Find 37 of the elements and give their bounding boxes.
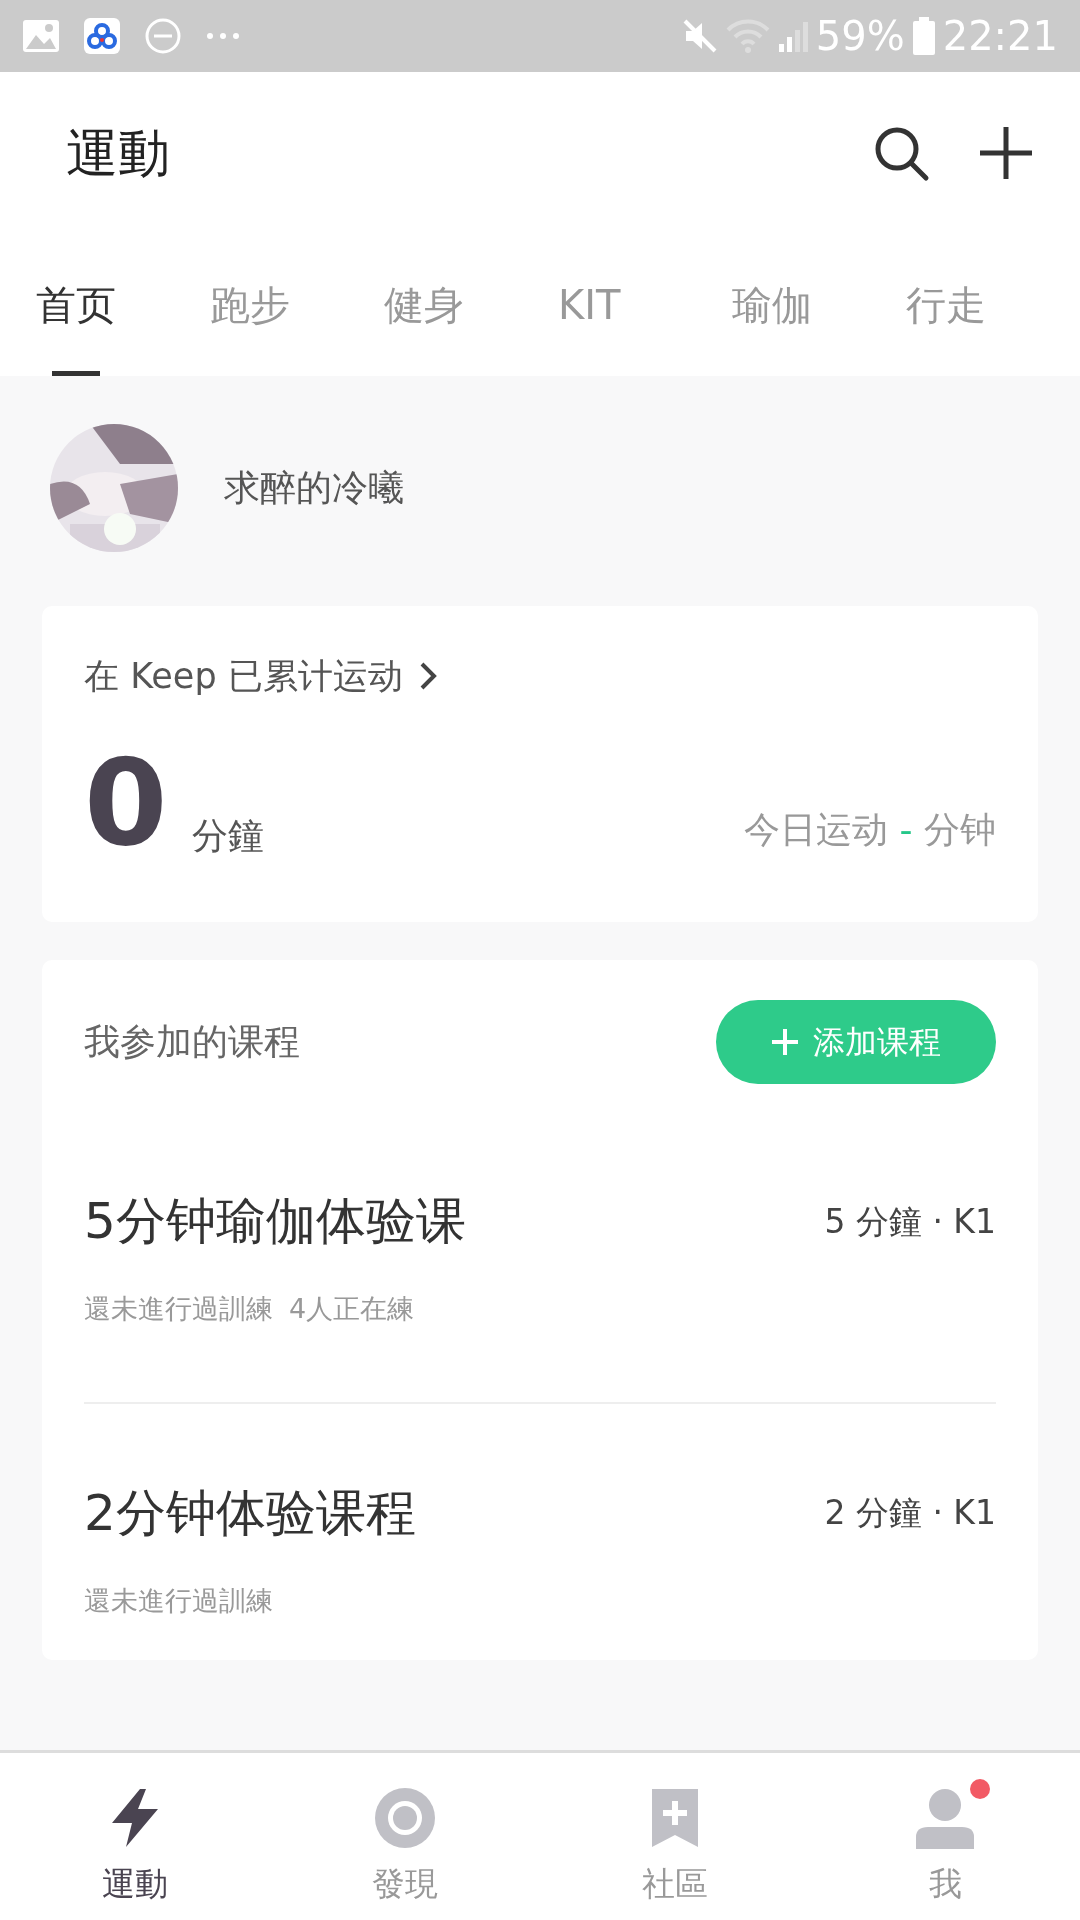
target-icon	[374, 1786, 436, 1849]
total-minutes: 0	[84, 736, 168, 869]
app-icon	[84, 18, 120, 54]
minutes-unit: 分鐘	[191, 813, 264, 858]
tab[interactable]: 跑步	[210, 234, 384, 376]
plus-icon[interactable]	[978, 125, 1034, 181]
course-title[interactable]: 5分钟瑜伽体验课	[84, 1184, 466, 1259]
tab[interactable]: 首页	[36, 234, 210, 376]
tab[interactable]: 瑜伽	[732, 234, 906, 376]
tab[interactable]: KIT	[558, 234, 732, 376]
person-icon	[914, 1786, 976, 1849]
nav-tab[interactable]: 運動	[0, 1764, 270, 1909]
course-meta: 2 分鐘 · K1	[824, 1492, 996, 1535]
add-course-button[interactable]: 添加课程	[716, 1000, 996, 1084]
nav-tab[interactable]: 社區	[540, 1764, 810, 1909]
page-title: 運動	[66, 122, 170, 185]
image-icon	[22, 19, 60, 53]
mute-icon	[681, 18, 718, 54]
participant-count: 4人正在練	[289, 1292, 415, 1326]
nav-tab[interactable]: 發現	[270, 1764, 540, 1909]
course-title[interactable]: 2分钟体验课程	[84, 1475, 416, 1551]
section-title: 我参加的课程	[84, 1020, 300, 1064]
battery-icon	[912, 17, 935, 55]
do-not-disturb-icon	[144, 17, 182, 55]
course-status: 還未進行過訓練	[84, 1583, 273, 1618]
plus-icon	[771, 1028, 799, 1056]
signal-icon	[777, 20, 808, 52]
course-meta: 5 分鐘 · K1	[824, 1200, 996, 1243]
nav-tab[interactable]: 我	[810, 1764, 1080, 1909]
today-summary: 今日运动 - 分钟	[744, 807, 996, 852]
more-icon	[206, 32, 240, 40]
summary-title[interactable]: 在 Keep 已累计运动	[84, 650, 403, 703]
tab[interactable]: 行走	[906, 234, 1080, 376]
user-name: 求醉的冷曦	[224, 466, 404, 510]
course-status: 還未進行過訓練	[84, 1292, 273, 1326]
chevron-right-icon[interactable]	[418, 661, 437, 692]
tab[interactable]: 健身	[384, 234, 558, 376]
